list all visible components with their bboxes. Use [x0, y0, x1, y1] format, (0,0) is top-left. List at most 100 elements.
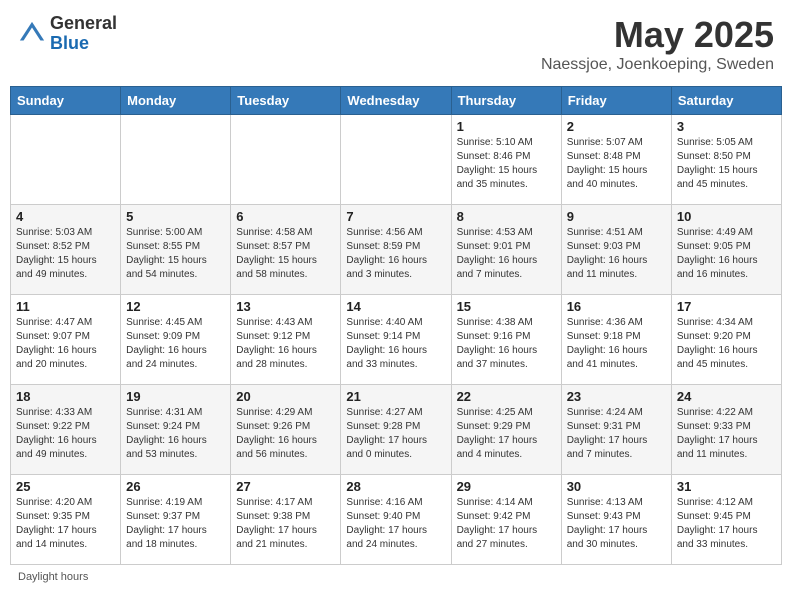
- day-info: Sunrise: 5:00 AM Sunset: 8:55 PM Dayligh…: [126, 226, 225, 282]
- calendar-cell: 4Sunrise: 5:03 AM Sunset: 8:52 PM Daylig…: [11, 205, 121, 295]
- footer: Daylight hours: [10, 571, 782, 583]
- day-info: Sunrise: 4:16 AM Sunset: 9:40 PM Dayligh…: [346, 496, 445, 552]
- day-info: Sunrise: 4:12 AM Sunset: 9:45 PM Dayligh…: [677, 496, 776, 552]
- weekday-header: Tuesday: [231, 87, 341, 115]
- day-number: 27: [236, 479, 335, 494]
- weekday-header: Saturday: [671, 87, 781, 115]
- day-number: 11: [16, 299, 115, 314]
- day-number: 29: [457, 479, 556, 494]
- calendar-cell: 1 Sunrise: 5:10 AM Sunset: 8:46 PM Daylig…: [451, 115, 561, 205]
- day-number: 2: [567, 119, 666, 134]
- day-info: Sunrise: 4:58 AM Sunset: 8:57 PM Dayligh…: [236, 226, 335, 282]
- calendar-cell: 2 Sunrise: 5:07 AM Sunset: 8:48 PM Daylig…: [561, 115, 671, 205]
- day-info: Sunrise: 5:05 AM Sunset: 8:50 PM Dayligh…: [677, 136, 776, 192]
- day-number: 26: [126, 479, 225, 494]
- day-info: Sunrise: 5:07 AM Sunset: 8:48 PM Dayligh…: [567, 136, 666, 192]
- calendar-cell: 16 Sunrise: 4:36 AM Sunset: 9:18 PM Dayli…: [561, 295, 671, 385]
- day-number: 10: [677, 209, 776, 224]
- calendar-cell: [231, 115, 341, 205]
- day-number: 15: [457, 299, 556, 314]
- calendar-cell: 8 Sunrise: 4:53 AM Sunset: 9:01 PM Daylig…: [451, 205, 561, 295]
- calendar-cell: 18 Sunrise: 4:33 AM Sunset: 9:22 PM Dayli…: [11, 385, 121, 475]
- day-info: Sunrise: 4:17 AM Sunset: 9:38 PM Dayligh…: [236, 496, 335, 552]
- day-info: Sunrise: 4:33 AM Sunset: 9:22 PM Dayligh…: [16, 406, 115, 462]
- calendar-cell: 17 Sunrise: 4:34 AM Sunset: 9:20 PM Dayli…: [671, 295, 781, 385]
- day-info: Sunrise: 4:47 AM Sunset: 9:07 PM Dayligh…: [16, 316, 115, 372]
- day-number: 19: [126, 389, 225, 404]
- day-number: 24: [677, 389, 776, 404]
- logo-blue: Blue: [50, 34, 117, 54]
- calendar-cell: 19 Sunrise: 4:31 AM Sunset: 9:24 PM Dayli…: [121, 385, 231, 475]
- calendar-cell: 23Sunrise: 4:24 AM Sunset: 9:31 PM Dayli…: [561, 385, 671, 475]
- calendar-header: SundayMondayTuesdayWednesdayThursdayFrid…: [11, 87, 782, 115]
- day-number: 1: [457, 119, 556, 134]
- day-number: 12: [126, 299, 225, 314]
- day-info: Sunrise: 4:31 AM Sunset: 9:24 PM Dayligh…: [126, 406, 225, 462]
- page-header: General Blue May 2025 Naessjoe, Joenkoep…: [10, 10, 782, 78]
- logo: General Blue: [18, 14, 117, 54]
- calendar-cell: 24Sunrise: 4:22 AM Sunset: 9:33 PM Dayli…: [671, 385, 781, 475]
- day-number: 25: [16, 479, 115, 494]
- day-info: Sunrise: 4:20 AM Sunset: 9:35 PM Dayligh…: [16, 496, 115, 552]
- day-number: 28: [346, 479, 445, 494]
- day-info: Sunrise: 4:38 AM Sunset: 9:16 PM Dayligh…: [457, 316, 556, 372]
- weekday-header: Thursday: [451, 87, 561, 115]
- day-info: Sunrise: 4:34 AM Sunset: 9:20 PM Dayligh…: [677, 316, 776, 372]
- logo-icon: [18, 20, 46, 48]
- title-block: May 2025 Naessjoe, Joenkoeping, Sweden: [541, 14, 774, 74]
- calendar-cell: 3 Sunrise: 5:05 AM Sunset: 8:50 PM Daylig…: [671, 115, 781, 205]
- day-number: 8: [457, 209, 556, 224]
- calendar-cell: 11 Sunrise: 4:47 AM Sunset: 9:07 PM Dayli…: [11, 295, 121, 385]
- day-number: 18: [16, 389, 115, 404]
- weekday-header: Wednesday: [341, 87, 451, 115]
- day-number: 6: [236, 209, 335, 224]
- day-info: Sunrise: 4:51 AM Sunset: 9:03 PM Dayligh…: [567, 226, 666, 282]
- day-info: Sunrise: 5:03 AM Sunset: 8:52 PM Dayligh…: [16, 226, 115, 282]
- calendar-cell: 31Sunrise: 4:12 AM Sunset: 9:45 PM Dayli…: [671, 475, 781, 565]
- day-info: Sunrise: 4:53 AM Sunset: 9:01 PM Dayligh…: [457, 226, 556, 282]
- calendar-cell: 25 Sunrise: 4:20 AM Sunset: 9:35 PM Dayli…: [11, 475, 121, 565]
- calendar-cell: 22 Sunrise: 4:25 AM Sunset: 9:29 PM Dayli…: [451, 385, 561, 475]
- day-number: 16: [567, 299, 666, 314]
- calendar-cell: 30 Sunrise: 4:13 AM Sunset: 9:43 PM Dayli…: [561, 475, 671, 565]
- day-info: Sunrise: 4:25 AM Sunset: 9:29 PM Dayligh…: [457, 406, 556, 462]
- calendar-week: 11 Sunrise: 4:47 AM Sunset: 9:07 PM Dayli…: [11, 295, 782, 385]
- day-info: Sunrise: 4:29 AM Sunset: 9:26 PM Dayligh…: [236, 406, 335, 462]
- day-number: 3: [677, 119, 776, 134]
- day-number: 23: [567, 389, 666, 404]
- main-title: May 2025: [541, 14, 774, 56]
- day-info: Sunrise: 4:36 AM Sunset: 9:18 PM Dayligh…: [567, 316, 666, 372]
- day-info: Sunrise: 5:10 AM Sunset: 8:46 PM Dayligh…: [457, 136, 556, 192]
- day-info: Sunrise: 4:27 AM Sunset: 9:28 PM Dayligh…: [346, 406, 445, 462]
- day-info: Sunrise: 4:43 AM Sunset: 9:12 PM Dayligh…: [236, 316, 335, 372]
- calendar-cell: 20 Sunrise: 4:29 AM Sunset: 9:26 PM Dayli…: [231, 385, 341, 475]
- day-number: 20: [236, 389, 335, 404]
- calendar-cell: 14Sunrise: 4:40 AM Sunset: 9:14 PM Dayli…: [341, 295, 451, 385]
- calendar-table: SundayMondayTuesdayWednesdayThursdayFrid…: [10, 86, 782, 565]
- weekday-row: SundayMondayTuesdayWednesdayThursdayFrid…: [11, 87, 782, 115]
- day-number: 17: [677, 299, 776, 314]
- calendar-cell: 13 Sunrise: 4:43 AM Sunset: 9:12 PM Dayli…: [231, 295, 341, 385]
- calendar-cell: [11, 115, 121, 205]
- weekday-header: Monday: [121, 87, 231, 115]
- calendar-cell: 12 Sunrise: 4:45 AM Sunset: 9:09 PM Dayli…: [121, 295, 231, 385]
- calendar-cell: 7Sunrise: 4:56 AM Sunset: 8:59 PM Daylig…: [341, 205, 451, 295]
- calendar-week: 18 Sunrise: 4:33 AM Sunset: 9:22 PM Dayli…: [11, 385, 782, 475]
- day-number: 5: [126, 209, 225, 224]
- day-number: 9: [567, 209, 666, 224]
- calendar-cell: 28 Sunrise: 4:16 AM Sunset: 9:40 PM Dayli…: [341, 475, 451, 565]
- calendar-body: 1 Sunrise: 5:10 AM Sunset: 8:46 PM Daylig…: [11, 115, 782, 565]
- calendar-cell: 27 Sunrise: 4:17 AM Sunset: 9:38 PM Dayli…: [231, 475, 341, 565]
- day-info: Sunrise: 4:49 AM Sunset: 9:05 PM Dayligh…: [677, 226, 776, 282]
- calendar-week: 25 Sunrise: 4:20 AM Sunset: 9:35 PM Dayli…: [11, 475, 782, 565]
- day-number: 30: [567, 479, 666, 494]
- day-number: 21: [346, 389, 445, 404]
- calendar-week: 1 Sunrise: 5:10 AM Sunset: 8:46 PM Daylig…: [11, 115, 782, 205]
- calendar-cell: 6 Sunrise: 4:58 AM Sunset: 8:57 PM Daylig…: [231, 205, 341, 295]
- day-info: Sunrise: 4:13 AM Sunset: 9:43 PM Dayligh…: [567, 496, 666, 552]
- calendar-cell: [121, 115, 231, 205]
- day-info: Sunrise: 4:45 AM Sunset: 9:09 PM Dayligh…: [126, 316, 225, 372]
- day-number: 22: [457, 389, 556, 404]
- day-number: 13: [236, 299, 335, 314]
- day-info: Sunrise: 4:56 AM Sunset: 8:59 PM Dayligh…: [346, 226, 445, 282]
